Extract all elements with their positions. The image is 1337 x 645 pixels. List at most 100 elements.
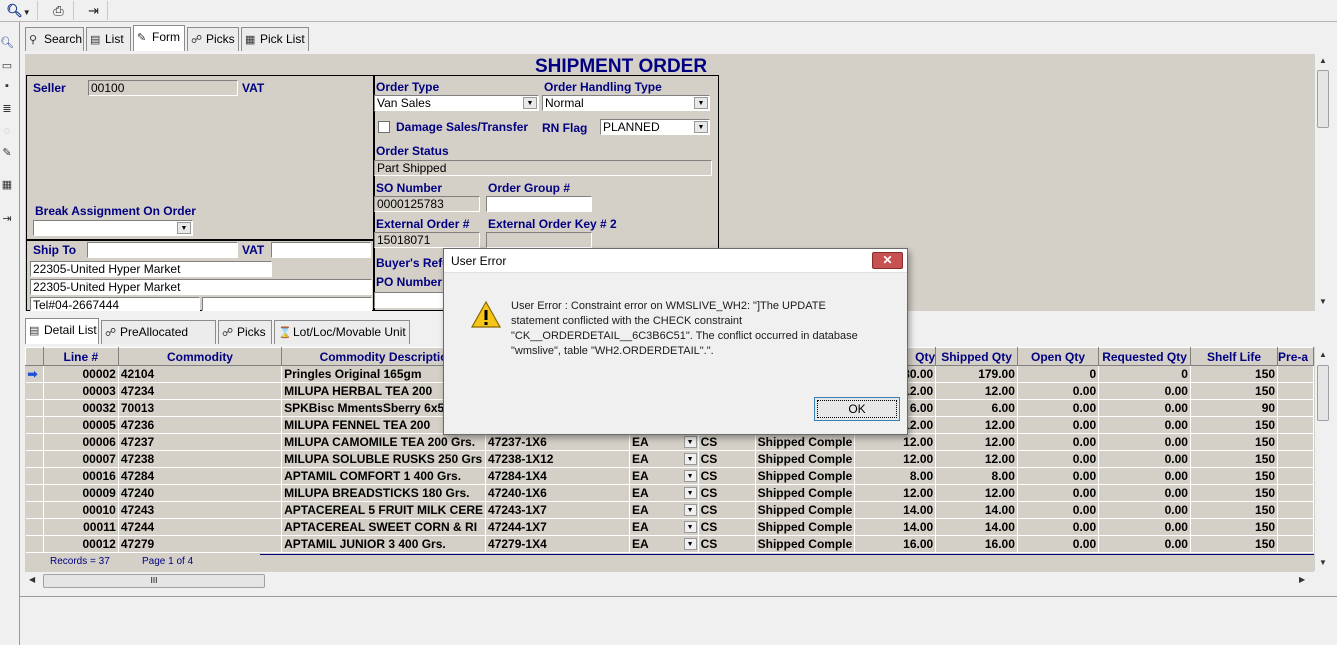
tab-form[interactable]: ✎ Form	[133, 25, 185, 51]
table-cell[interactable]: Shipped Comple	[755, 450, 856, 468]
search-dropdown-button[interactable]: 🔍︎▼	[0, 1, 38, 20]
chevron-down-icon[interactable]: ▼	[683, 453, 697, 465]
table-cell[interactable]: EA ▼	[629, 467, 699, 485]
table-cell[interactable]: 0.00	[1098, 450, 1191, 468]
grid-horizontal-scrollbar[interactable]: ◀ III ▶	[25, 571, 1314, 590]
table-cell[interactable]: 12.00	[854, 450, 937, 468]
table-cell[interactable]: 0.00	[1017, 382, 1100, 400]
table-cell[interactable]	[1277, 501, 1314, 519]
row-selector[interactable]	[25, 450, 44, 468]
table-cell[interactable]	[1277, 484, 1314, 502]
header-open-qty[interactable]: Open Qty	[1016, 347, 1100, 366]
table-cell[interactable]: APTACEREAL 5 FRUIT MILK CERE	[281, 501, 487, 519]
scroll-down-icon[interactable]: ▼	[1315, 558, 1331, 567]
table-cell[interactable]: EA ▼	[629, 501, 699, 519]
table-cell[interactable]: 47244-1X7	[485, 518, 630, 536]
tab-picks[interactable]: ☍ Picks	[187, 27, 239, 51]
grid-scroll-thumb[interactable]	[1317, 365, 1329, 421]
table-cell[interactable]: Shipped Comple	[755, 467, 856, 485]
table-cell[interactable]: 0	[1098, 365, 1191, 383]
chevron-down-icon[interactable]: ▼	[683, 487, 697, 499]
table-cell[interactable]: EA ▼	[629, 484, 699, 502]
table-cell[interactable]: 12.00	[935, 484, 1018, 502]
table-cell[interactable]: 12.00	[935, 416, 1018, 434]
tab-detail-picks[interactable]: ☍ Picks	[218, 320, 272, 344]
table-cell[interactable]: 0.00	[1098, 535, 1191, 553]
row-selector[interactable]	[25, 382, 44, 400]
table-cell[interactable]: 47237-1X6	[485, 433, 630, 451]
scroll-down-icon[interactable]: ▼	[1315, 297, 1331, 306]
grid-vertical-scrollbar[interactable]: ▲ ▼	[1314, 347, 1330, 571]
table-cell[interactable]: CS	[698, 535, 756, 553]
table-cell[interactable]: 47243	[118, 501, 283, 519]
table-cell[interactable]: 47279	[118, 535, 283, 553]
table-cell[interactable]: EA ▼	[629, 433, 699, 451]
edit-icon[interactable]: ✎	[0, 146, 14, 160]
table-cell[interactable]: Shipped Comple	[755, 535, 856, 553]
exit-side-icon[interactable]: ⇥	[0, 212, 14, 226]
print-button[interactable]: ⎙	[44, 1, 74, 20]
table-cell[interactable]: 0.00	[1017, 416, 1100, 434]
rn-flag-select[interactable]: PLANNED ▼	[600, 119, 710, 135]
table-cell[interactable]: 47238	[118, 450, 283, 468]
exit-button[interactable]: ⇥	[80, 1, 108, 20]
table-cell[interactable]: 16.00	[935, 535, 1018, 553]
table-cell[interactable]: 90	[1190, 399, 1279, 417]
ship-address-line3[interactable]: Tel#04-2667444	[30, 297, 200, 311]
table-cell[interactable]: 0.00	[1098, 501, 1191, 519]
row-selector[interactable]	[25, 518, 44, 536]
table-cell[interactable]: MILUPA CAMOMILE TEA 200 Grs.	[281, 433, 487, 451]
disabled-icon[interactable]: ◌	[0, 124, 14, 138]
table-row[interactable]: 00006 47237 MILUPA CAMOMILE TEA 200 Grs. 47…	[25, 433, 1314, 451]
table-row[interactable]: 00010 47243 APTACEREAL 5 FRUIT MILK CERE 47…	[25, 501, 1314, 519]
table-cell[interactable]: CS	[698, 501, 756, 519]
table-cell[interactable]: 0.00	[1098, 416, 1191, 434]
table-cell[interactable]: EA ▼	[629, 518, 699, 536]
table-cell[interactable]: 47238-1X12	[485, 450, 630, 468]
table-cell[interactable]: 00003	[43, 382, 119, 400]
table-cell[interactable]: 0.00	[1098, 467, 1191, 485]
table-cell[interactable]: 150	[1190, 518, 1279, 536]
table-cell[interactable]: 47284-1X4	[485, 467, 630, 485]
tab-search[interactable]: ⚲ Search	[25, 27, 84, 51]
ship-to-field[interactable]	[87, 242, 238, 258]
ship-address-line3b[interactable]	[202, 297, 372, 311]
form-vertical-scrollbar[interactable]: ▲ ▼	[1314, 54, 1330, 311]
ok-button[interactable]: OK	[814, 397, 900, 421]
table-cell[interactable]: 47279-1X4	[485, 535, 630, 553]
scroll-up-icon[interactable]: ▲	[1315, 56, 1331, 65]
table-cell[interactable]: 47240	[118, 484, 283, 502]
table-cell[interactable]: 179.00	[935, 365, 1018, 383]
table-cell[interactable]: 150	[1190, 382, 1279, 400]
table-cell[interactable]: 47284	[118, 467, 283, 485]
table-cell[interactable]: 00032	[43, 399, 119, 417]
table-cell[interactable]: 47244	[118, 518, 283, 536]
table-cell[interactable]: MILUPA BREADSTICKS 180 Grs.	[281, 484, 487, 502]
save-icon[interactable]: ▪	[0, 79, 14, 93]
table-cell[interactable]: 0.00	[1098, 518, 1191, 536]
table-row[interactable]: 00012 47279 APTAMIL JUNIOR 3 400 Grs. 47279…	[25, 535, 1314, 553]
table-cell[interactable]: 14.00	[935, 518, 1018, 536]
seller-field[interactable]: 00100	[88, 80, 238, 96]
table-cell[interactable]: CS	[698, 433, 756, 451]
po-number-field[interactable]	[374, 292, 454, 308]
table-cell[interactable]: 150	[1190, 467, 1279, 485]
tab-list[interactable]: ▤ List	[86, 27, 131, 51]
table-cell[interactable]: 0.00	[1017, 467, 1100, 485]
table-cell[interactable]: 16.00	[854, 535, 937, 553]
table-cell[interactable]: 0.00	[1098, 484, 1191, 502]
hscroll-thumb[interactable]: III	[43, 574, 265, 588]
table-cell[interactable]: 00006	[43, 433, 119, 451]
chevron-down-icon[interactable]: ▼	[683, 538, 697, 550]
table-cell[interactable]: 8.00	[854, 467, 937, 485]
table-cell[interactable]: 14.00	[854, 518, 937, 536]
table-cell[interactable]: 0.00	[1017, 450, 1100, 468]
table-cell[interactable]: 12.00	[854, 433, 937, 451]
row-selector[interactable]	[25, 433, 44, 451]
table-cell[interactable]: APTAMIL COMFORT 1 400 Grs.	[281, 467, 487, 485]
table-row[interactable]: 00009 47240 MILUPA BREADSTICKS 180 Grs. 472…	[25, 484, 1314, 502]
table-cell[interactable]: MILUPA SOLUBLE RUSKS 250 Grs	[281, 450, 487, 468]
table-cell[interactable]: CS	[698, 467, 756, 485]
table-cell[interactable]	[1277, 450, 1314, 468]
table-cell[interactable]: Shipped Comple	[755, 501, 856, 519]
